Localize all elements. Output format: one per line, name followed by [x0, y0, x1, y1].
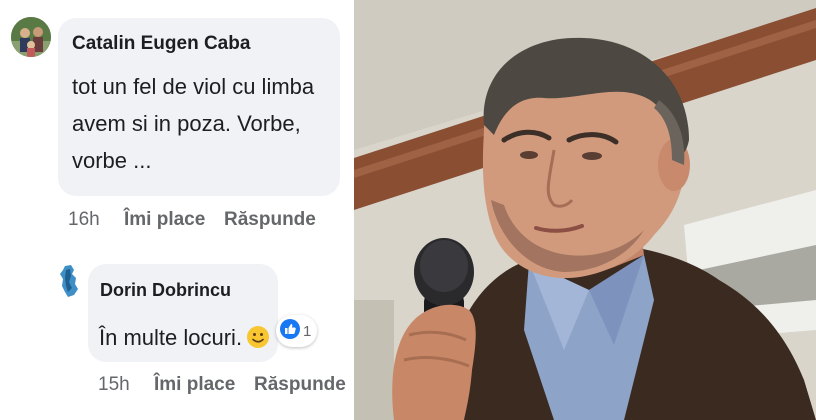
reply-label: Răspunde: [254, 374, 346, 395]
like-link[interactable]: Îmi place: [154, 374, 235, 396]
like-reaction-icon: [280, 318, 300, 344]
reply-link[interactable]: Răspunde: [254, 374, 346, 396]
reply-text: În multe locuri.: [99, 319, 270, 360]
photo-man-speaking-into-microphone: [354, 0, 816, 420]
speaker-photo: [354, 0, 816, 420]
like-link[interactable]: Îmi place: [124, 209, 205, 231]
comment-thread: Catalin Eugen Caba tot un fel de viol cu…: [0, 0, 354, 420]
reply-author[interactable]: Dorin Dobrincu: [100, 280, 231, 301]
like-label: Îmi place: [124, 209, 206, 230]
group-photo-avatar-icon: [11, 17, 51, 57]
avatar[interactable]: [11, 17, 51, 57]
comment-text-line: tot un fel de viol cu limba: [72, 74, 315, 99]
reaction-summary[interactable]: 1: [276, 315, 318, 347]
reply-label: Răspunde: [224, 209, 316, 230]
map-avatar-icon: [60, 265, 78, 297]
comment-bubble: Catalin Eugen Caba tot un fel de viol cu…: [58, 18, 340, 196]
like-label: Îmi place: [154, 374, 236, 395]
comment-text-line: vorbe ...: [72, 148, 152, 173]
avatar[interactable]: [59, 264, 79, 298]
reply-bubble: Dorin Dobrincu În multe locuri.: [88, 264, 278, 362]
comment-text: tot un fel de viol cu limba avem si in p…: [72, 68, 314, 179]
comment-time[interactable]: 16h: [68, 209, 100, 231]
reply-link[interactable]: Răspunde: [224, 209, 316, 231]
reply-time[interactable]: 15h: [98, 374, 130, 396]
slightly-smiling-face-icon: [246, 323, 270, 360]
reaction-count: 1: [303, 322, 312, 340]
reply-text-content: În multe locuri.: [99, 325, 243, 350]
comment-author[interactable]: Catalin Eugen Caba: [72, 33, 250, 55]
comment-text-line: avem si in poza. Vorbe,: [72, 111, 301, 136]
